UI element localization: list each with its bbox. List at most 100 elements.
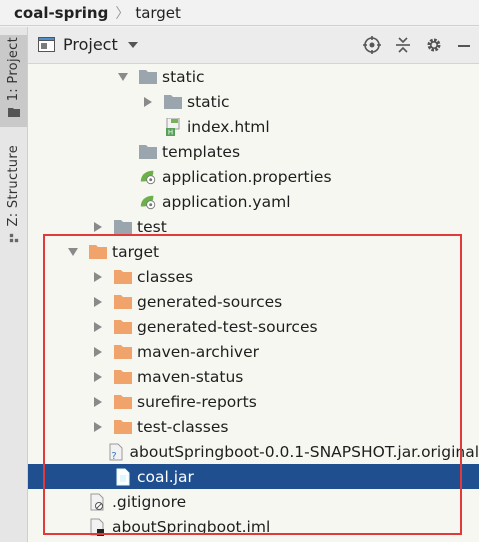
expand-arrow-right-icon[interactable] [92,221,104,233]
folder-orange-icon [89,243,107,261]
folder-orange-icon [114,393,132,411]
project-tree: static static Hindex.html templates applicat… [28,64,479,542]
tree-row[interactable]: static [28,64,479,89]
html-file-icon: H [164,117,182,136]
tree-row[interactable]: templates [28,139,479,164]
svg-text:?: ? [112,451,117,461]
expand-arrow-right-icon[interactable] [92,271,104,283]
gitignore-file-icon [89,493,107,511]
chevron-down-icon [127,41,138,48]
tree-row-label: application.properties [162,167,332,186]
project-tab-label: 1: Project [6,37,21,102]
collapse-icon[interactable] [395,36,411,54]
expand-arrow-right-icon[interactable] [92,346,104,358]
tree-row[interactable]: target [28,239,479,264]
structure-tool-tab[interactable]: Z: Structure [0,143,27,263]
structure-icon [9,233,18,242]
hide-icon[interactable] [457,38,471,52]
tool-window-strip: 1: Project Z: Structure [0,27,28,542]
tree-row-label: .gitignore [112,492,187,511]
tree-row-label: generated-test-sources [137,317,318,336]
tree-row-label: surefire-reports [137,392,257,411]
view-selector[interactable]: Project [38,35,138,54]
folder-orange-icon [114,343,132,361]
tree-row-label: maven-archiver [137,342,259,361]
folder-gray-icon [164,93,182,111]
project-panel: Project static static Hindex.html templa… [28,27,479,542]
tree-row[interactable]: application.yaml [28,189,479,214]
tree-row-label: static [187,92,230,111]
tree-row[interactable]: maven-archiver [28,339,479,364]
spring-config-icon [139,168,157,186]
expand-arrow-down-icon[interactable] [117,71,129,83]
tree-row-label: maven-status [137,367,244,386]
tree-row-label: static [162,67,205,86]
folder-orange-icon [114,293,132,311]
expand-arrow-down-icon[interactable] [67,246,79,258]
tree-row[interactable]: test [28,214,479,239]
tree-row-label: test-classes [137,417,229,436]
expand-arrow-right-icon[interactable] [92,396,104,408]
tree-row[interactable]: Hindex.html [28,114,479,139]
expand-arrow-right-icon[interactable] [92,296,104,308]
breadcrumb-target[interactable]: target [135,4,181,22]
tree-row-label: target [112,242,160,261]
project-tool-window-header: Project [28,27,479,64]
folder-gray-icon [114,218,132,236]
tree-row-label: templates [162,142,241,161]
gear-icon[interactable] [425,36,443,54]
tree-row-label: application.yaml [162,192,291,211]
tree-row[interactable]: .gitignore [28,489,479,514]
tree-row-label: aboutSpringboot-0.0.1-SNAPSHOT.jar.origi… [129,442,479,461]
jar-file-icon [114,468,132,486]
tree-row[interactable]: aboutSpringboot.iml [28,514,479,539]
folder-orange-icon [114,418,132,436]
tree-row-label: test [137,217,167,236]
tree-row[interactable]: static [28,89,479,114]
tree-row[interactable]: classes [28,264,479,289]
folder-orange-icon [114,268,132,286]
expand-arrow-right-icon[interactable] [92,321,104,333]
tree-row-label: coal.jar [137,467,194,486]
folder-gray-icon [139,68,157,86]
tree-row[interactable]: surefire-reports [28,389,479,414]
svg-text:H: H [168,128,173,136]
breadcrumb: coal-spring 〉 target [0,0,479,26]
spring-config-icon [139,193,157,211]
folder-orange-icon [114,368,132,386]
folder-orange-icon [114,318,132,336]
tree-row[interactable]: ? aboutSpringboot-0.0.1-SNAPSHOT.jar.orig… [28,439,479,464]
tree-row[interactable]: generated-sources [28,289,479,314]
project-view-icon [38,37,55,52]
iml-file-icon [89,518,107,536]
breadcrumb-separator: 〉 [115,5,130,22]
tree-row[interactable]: application.properties [28,164,479,189]
tree-row-label: classes [137,267,194,286]
tree-row-label: aboutSpringboot.iml [112,517,271,536]
expand-arrow-right-icon[interactable] [142,96,154,108]
tree-row[interactable]: maven-status [28,364,479,389]
locate-icon[interactable] [363,36,381,54]
expand-arrow-right-icon[interactable] [92,371,104,383]
folder-icon [7,108,20,118]
unknown-file-icon: ? [108,443,125,461]
expand-arrow-right-icon[interactable] [92,421,104,433]
structure-tab-label: Z: Structure [6,145,21,227]
tree-row-label: index.html [187,117,270,136]
folder-gray-icon [139,143,157,161]
project-tool-tab[interactable]: 1: Project [0,35,27,127]
breadcrumb-project[interactable]: coal-spring [14,4,108,22]
tree-row-label: generated-sources [137,292,283,311]
view-title: Project [63,35,118,54]
tree-row[interactable]: test-classes [28,414,479,439]
tree-row[interactable]: coal.jar [28,464,479,489]
tree-row[interactable]: generated-test-sources [28,314,479,339]
